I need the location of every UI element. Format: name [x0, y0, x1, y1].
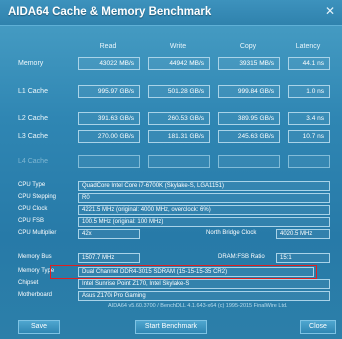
title-bar: AIDA64 Cache & Memory Benchmark ✕: [0, 0, 342, 26]
dram-fsb-ratio-value: 15:1: [276, 253, 330, 263]
l1-latency-value: 1.0 ns: [288, 85, 330, 98]
l4-latency-value: [288, 155, 330, 168]
memory-read-value: 43022 MB/s: [78, 57, 140, 70]
l2-read-value: 391.63 GB/s: [78, 112, 140, 125]
dram-fsb-ratio-label: DRAM:FSB Ratio: [218, 254, 265, 260]
cpu-clock-value: 4221.5 MHz (original: 4000 MHz, overcloc…: [78, 205, 330, 215]
memory-type-highlight: [50, 265, 317, 279]
north-bridge-clock-value: 4020.5 MHz: [276, 229, 330, 239]
l3-write-value: 181.31 GB/s: [148, 130, 210, 143]
l4-write-value: [148, 155, 210, 168]
row-label-l2-cache: L2 Cache: [18, 115, 48, 122]
motherboard-label: Motherboard: [18, 292, 53, 298]
l2-write-value: 260.53 GB/s: [148, 112, 210, 125]
l1-write-value: 501.28 GB/s: [148, 85, 210, 98]
column-header-write: Write: [169, 43, 187, 50]
cpu-multiplier-value: 42x: [78, 229, 140, 239]
cpu-fsb-value: 100.5 MHz (original: 100 MHz): [78, 217, 330, 227]
l4-read-value: [78, 155, 140, 168]
start-benchmark-button[interactable]: Start Benchmark: [135, 320, 207, 334]
column-header-copy: Copy: [239, 43, 257, 50]
version-footer: AIDA64 v5.60.3700 / BenchDLL 4.1.643-x64…: [108, 303, 288, 309]
row-label-memory: Memory: [18, 60, 44, 67]
column-header-read: Read: [99, 43, 117, 50]
l3-read-value: 270.00 GB/s: [78, 130, 140, 143]
row-label-l4-cache: L4 Cache: [18, 158, 48, 165]
memory-type-label: Memory Type: [18, 268, 55, 274]
motherboard-value: Asus Z170i Pro Gaming: [78, 291, 330, 301]
benchmark-window: AIDA64 Cache & Memory Benchmark ✕ Read W…: [0, 0, 342, 339]
l1-read-value: 995.97 GB/s: [78, 85, 140, 98]
cpu-type-value: QuadCore Intel Core i7-6700K (Skylake-S,…: [78, 181, 330, 191]
cpu-type-label: CPU Type: [18, 182, 46, 188]
row-label-l3-cache: L3 Cache: [18, 133, 48, 140]
l3-latency-value: 10.7 ns: [288, 130, 330, 143]
cpu-stepping-value: R0: [78, 193, 330, 203]
memory-write-value: 44942 MB/s: [148, 57, 210, 70]
memory-latency-value: 44.1 ns: [288, 57, 330, 70]
l3-copy-value: 245.63 GB/s: [218, 130, 280, 143]
save-button[interactable]: Save: [18, 320, 60, 334]
column-header-latency: Latency: [295, 43, 321, 50]
l1-copy-value: 999.84 GB/s: [218, 85, 280, 98]
chipset-value: Intel Sunrise Point Z170, Intel Skylake-…: [78, 279, 330, 289]
row-label-l1-cache: L1 Cache: [18, 88, 48, 95]
l4-copy-value: [218, 155, 280, 168]
cpu-fsb-label: CPU FSB: [18, 218, 45, 224]
window-title: AIDA64 Cache & Memory Benchmark: [8, 6, 212, 18]
chipset-label: Chipset: [18, 280, 39, 286]
cpu-stepping-label: CPU Stepping: [18, 194, 57, 200]
l2-copy-value: 389.95 GB/s: [218, 112, 280, 125]
memory-bus-value: 1507.7 MHz: [78, 253, 140, 263]
memory-bus-label: Memory Bus: [18, 254, 52, 260]
cpu-clock-label: CPU Clock: [18, 206, 48, 212]
memory-copy-value: 39315 MB/s: [218, 57, 280, 70]
close-icon[interactable]: ✕: [322, 3, 338, 19]
close-button[interactable]: Close: [300, 320, 336, 334]
cpu-multiplier-label: CPU Multiplier: [18, 230, 57, 236]
north-bridge-clock-label: North Bridge Clock: [206, 230, 257, 236]
l2-latency-value: 3.4 ns: [288, 112, 330, 125]
